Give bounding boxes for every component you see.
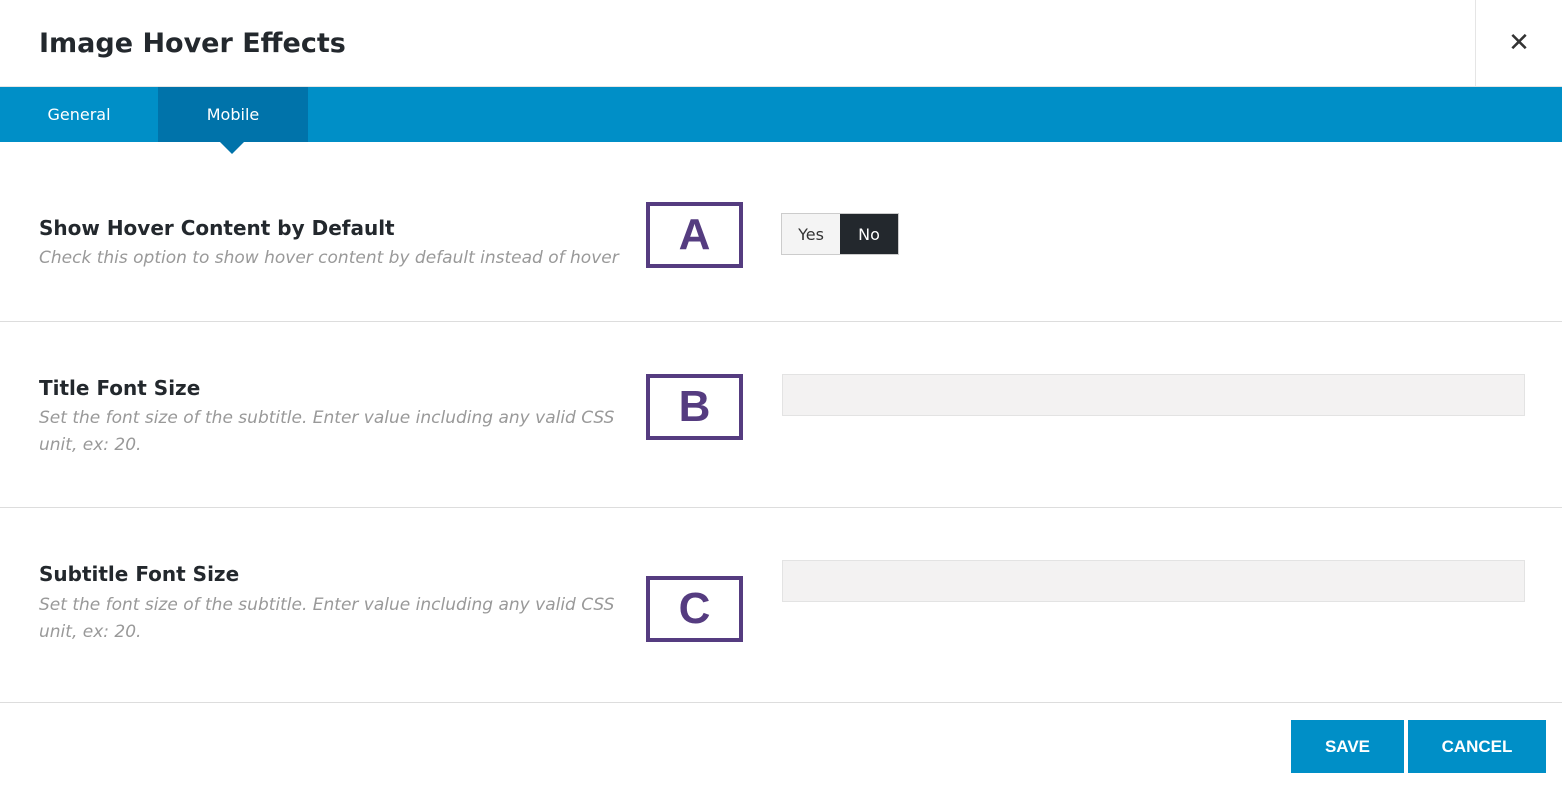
modal-header: Image Hover Effects ✕ <box>0 0 1562 87</box>
tab-bar: General Mobile <box>0 87 1562 154</box>
field-label: Show Hover Content by Default <box>39 216 395 240</box>
modal-title: Image Hover Effects <box>39 28 346 59</box>
tab-general[interactable]: General <box>0 87 158 142</box>
field-row-subtitle-font-size: Subtitle Font Size Set the font size of … <box>0 508 1562 703</box>
field-label: Subtitle Font Size <box>39 562 240 586</box>
field-label: Title Font Size <box>39 376 201 400</box>
cancel-button[interactable]: CANCEL <box>1408 720 1546 773</box>
annotation-marker-b: B <box>646 374 743 440</box>
tab-mobile[interactable]: Mobile <box>158 87 308 154</box>
annotation-marker-a: A <box>646 202 743 268</box>
toggle-no-option[interactable]: No <box>840 214 898 254</box>
title-font-size-input[interactable] <box>782 374 1525 416</box>
subtitle-font-size-input[interactable] <box>782 560 1525 602</box>
yes-no-toggle: Yes No <box>781 213 899 255</box>
field-description: Set the font size of the subtitle. Enter… <box>39 595 615 642</box>
modal-footer: SAVE CANCEL <box>0 702 1562 788</box>
annotation-marker-c: C <box>646 576 743 642</box>
save-button[interactable]: SAVE <box>1291 720 1404 773</box>
close-icon: ✕ <box>1508 28 1530 58</box>
field-description: Check this option to show hover content … <box>39 248 619 268</box>
toggle-yes-option[interactable]: Yes <box>782 214 840 254</box>
field-description: Set the font size of the subtitle. Enter… <box>39 408 615 455</box>
close-button[interactable]: ✕ <box>1475 0 1562 86</box>
